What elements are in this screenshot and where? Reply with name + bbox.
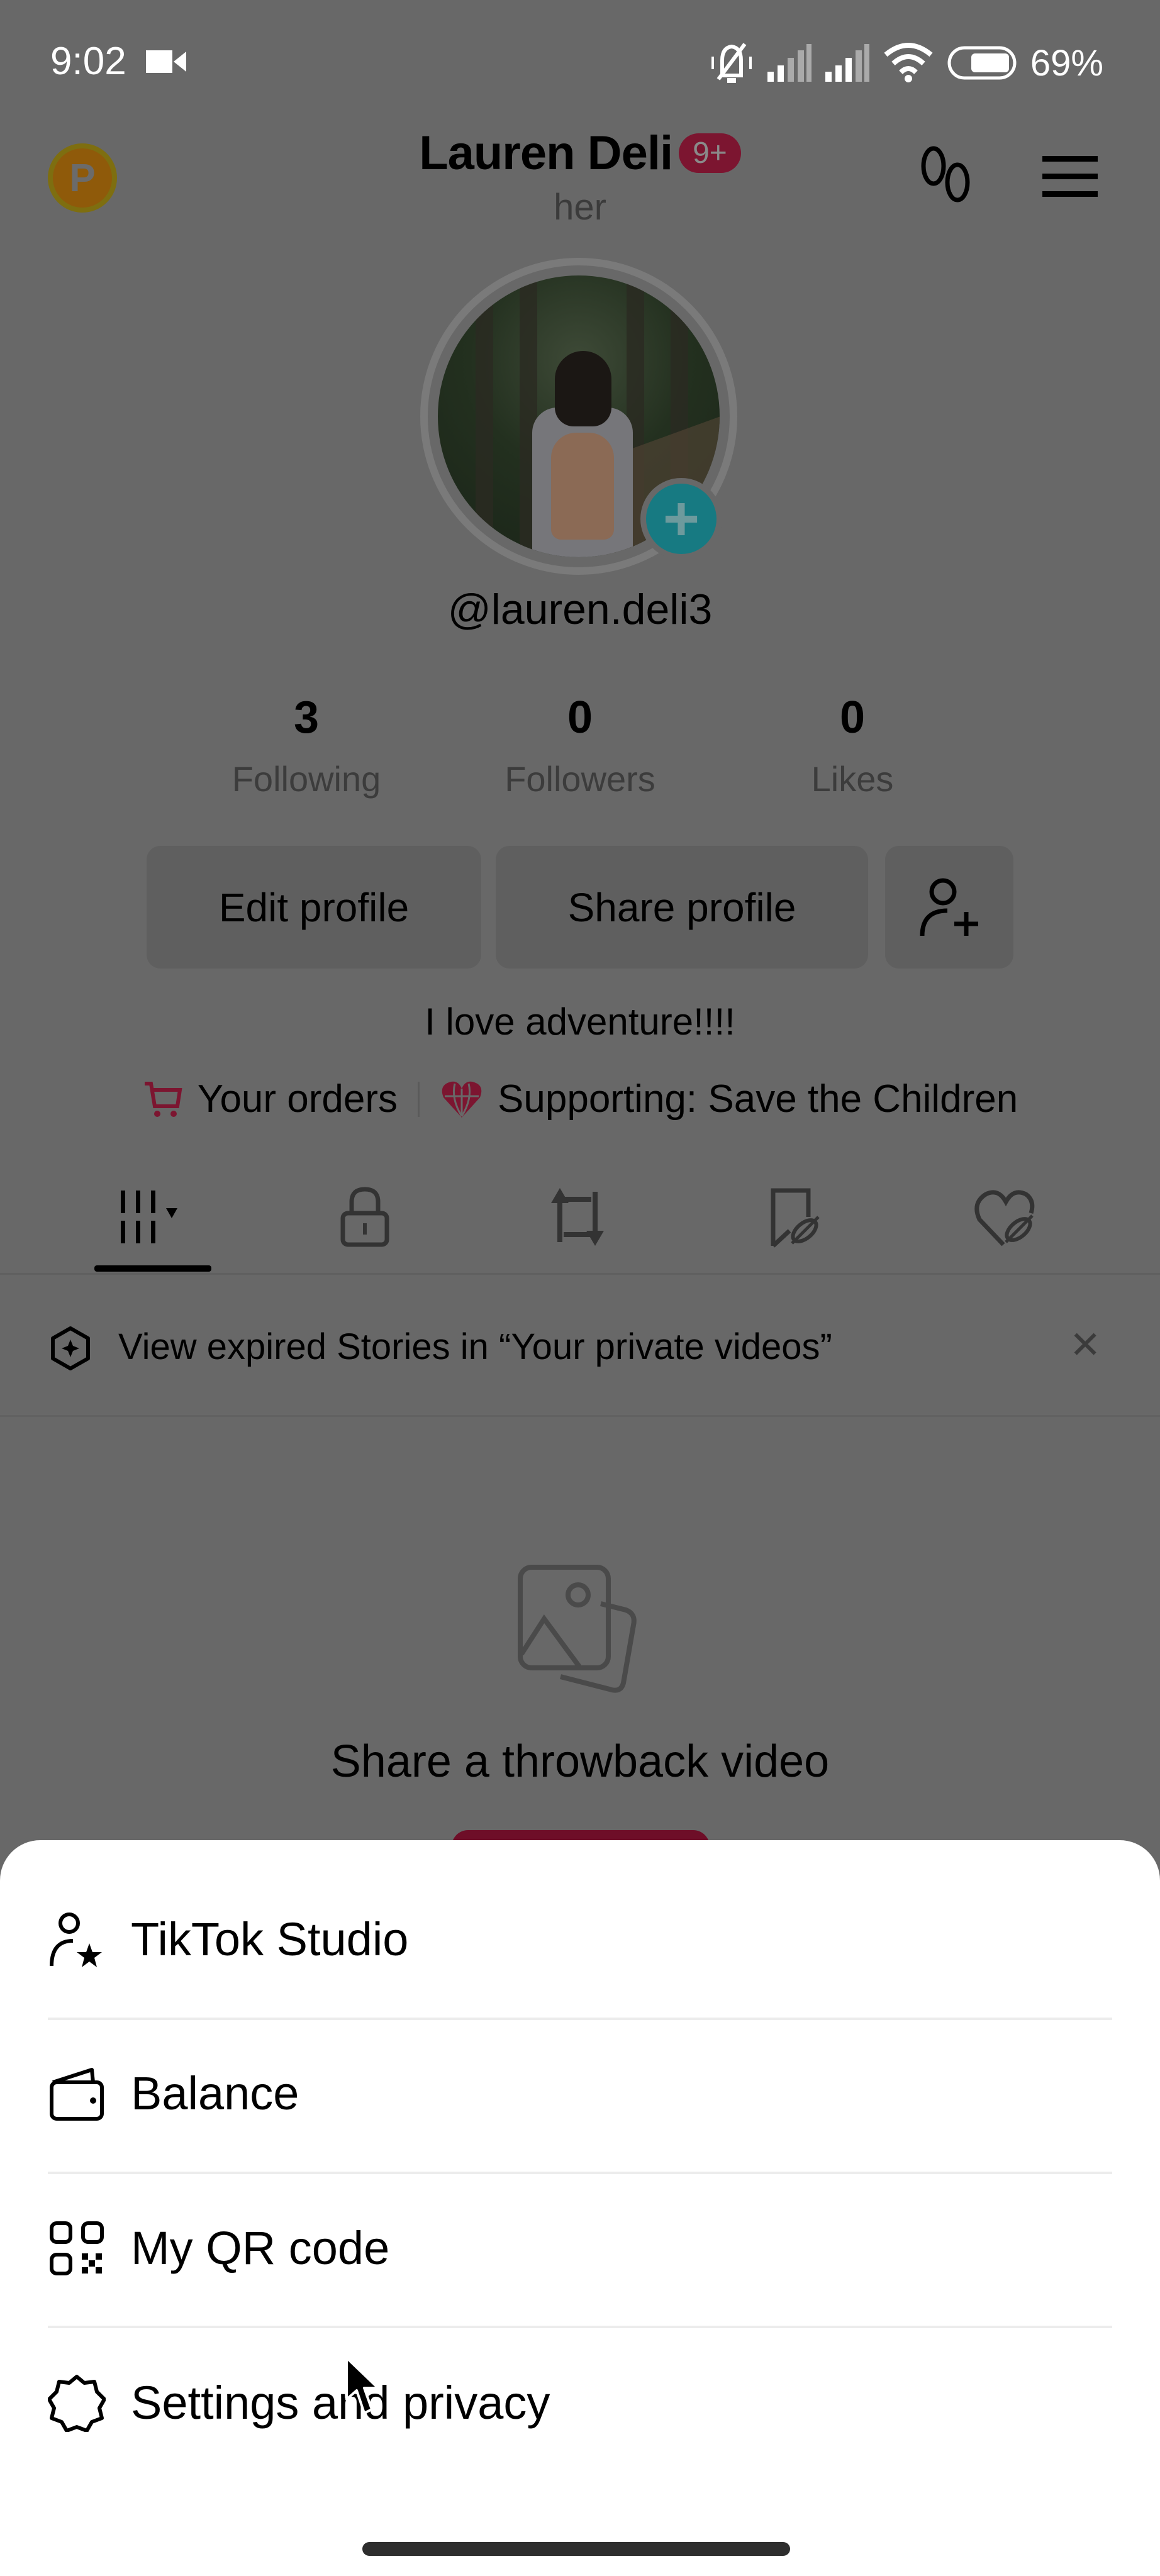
tab-reposts[interactable] <box>515 1182 640 1252</box>
stat-followers[interactable]: 0 Followers <box>486 692 674 799</box>
hamburger-menu-icon[interactable] <box>1041 155 1099 199</box>
stat-likes[interactable]: 0 Likes <box>758 692 947 799</box>
settings-gear-icon <box>48 2374 106 2432</box>
status-bar: 9:02 69% <box>0 0 1160 126</box>
stat-label: Followers <box>505 759 655 799</box>
your-orders-link[interactable]: Your orders <box>198 1077 398 1121</box>
repost-icon <box>551 1188 604 1246</box>
tabs-divider <box>0 1273 1160 1275</box>
share-profile-button[interactable]: Share profile <box>496 846 868 969</box>
menu-item-label: My QR code <box>131 2222 390 2274</box>
grid-icon <box>121 1191 177 1243</box>
status-icons: 69% <box>710 38 1103 88</box>
link-separator <box>418 1081 420 1117</box>
photo-stack-icon <box>518 1565 637 1693</box>
signal-icon <box>767 44 811 82</box>
home-indicator[interactable] <box>362 2542 790 2556</box>
lock-icon <box>340 1187 389 1247</box>
add-friend-icon <box>920 878 978 936</box>
cart-icon <box>144 1081 182 1117</box>
battery-icon <box>947 46 1017 80</box>
empty-state-title: Share a throwback video <box>330 1736 830 1787</box>
qr-code-icon <box>48 2219 106 2277</box>
menu-item-balance[interactable]: Balance <box>0 2016 1160 2170</box>
battery-percent: 69% <box>1030 42 1103 84</box>
active-tab-indicator <box>94 1265 211 1272</box>
mouse-cursor-icon <box>345 2357 379 2414</box>
stat-label: Likes <box>811 759 894 799</box>
menu-item-tiktok-studio[interactable]: TikTok Studio <box>0 1862 1160 2016</box>
notification-badge: 9+ <box>679 133 741 173</box>
footprints-icon[interactable] <box>918 143 975 206</box>
stat-value: 0 <box>567 692 593 743</box>
chevron-down-icon <box>166 1208 177 1218</box>
profile-menu-sheet: TikTok Studio Balance My QR code Setting… <box>0 1840 1160 2576</box>
charity-heart-icon <box>442 1081 482 1118</box>
edit-profile-button[interactable]: Edit profile <box>147 846 481 969</box>
tab-videos[interactable] <box>90 1182 216 1252</box>
video-record-icon <box>146 50 186 73</box>
menu-item-label: Balance <box>131 2067 299 2119</box>
silent-mode-icon <box>711 43 752 83</box>
plus-icon: + <box>646 484 717 554</box>
heart-hidden-icon <box>974 1190 1035 1246</box>
menu-item-label: TikTok Studio <box>131 1913 409 1965</box>
banner-divider <box>0 1415 1160 1417</box>
creator-star-icon <box>48 1911 106 1968</box>
story-sparkle-icon <box>51 1326 90 1370</box>
bio: I love adventure!!!! <box>425 1001 735 1043</box>
stat-label: Following <box>231 759 381 799</box>
signal-icon <box>825 44 869 82</box>
tab-liked[interactable] <box>944 1182 1069 1252</box>
stat-value: 3 <box>293 692 320 743</box>
username: @lauren.deli3 <box>447 586 713 633</box>
bookmark-hidden-icon <box>771 1188 820 1248</box>
profile-links: Your orders Supporting: Save the Childre… <box>0 1077 1160 1121</box>
stat-following[interactable]: 3 Following <box>212 692 401 799</box>
add-friend-button[interactable] <box>885 846 1013 969</box>
banner-text[interactable]: View expired Stories in “Your private vi… <box>118 1326 832 1368</box>
menu-item-qr-code[interactable]: My QR code <box>0 2171 1160 2325</box>
tab-private[interactable] <box>302 1182 428 1252</box>
wallet-icon <box>48 2065 106 2123</box>
add-story-button[interactable]: + <box>640 478 722 560</box>
status-time: 9:02 <box>50 40 126 83</box>
tab-favorites[interactable] <box>733 1182 859 1252</box>
display-name[interactable]: Lauren Deli <box>419 126 673 180</box>
supporting-link[interactable]: Supporting: Save the Children <box>498 1077 1018 1121</box>
wifi-icon <box>884 43 933 82</box>
profile-header: Lauren Deli 9+ <box>0 126 1160 180</box>
menu-item-label: Settings and privacy <box>131 2377 550 2429</box>
stat-value: 0 <box>839 692 866 743</box>
menu-item-settings-privacy[interactable]: Settings and privacy <box>0 2326 1160 2480</box>
close-icon[interactable]: ✕ <box>1069 1323 1101 1367</box>
pronouns: her <box>554 187 606 228</box>
